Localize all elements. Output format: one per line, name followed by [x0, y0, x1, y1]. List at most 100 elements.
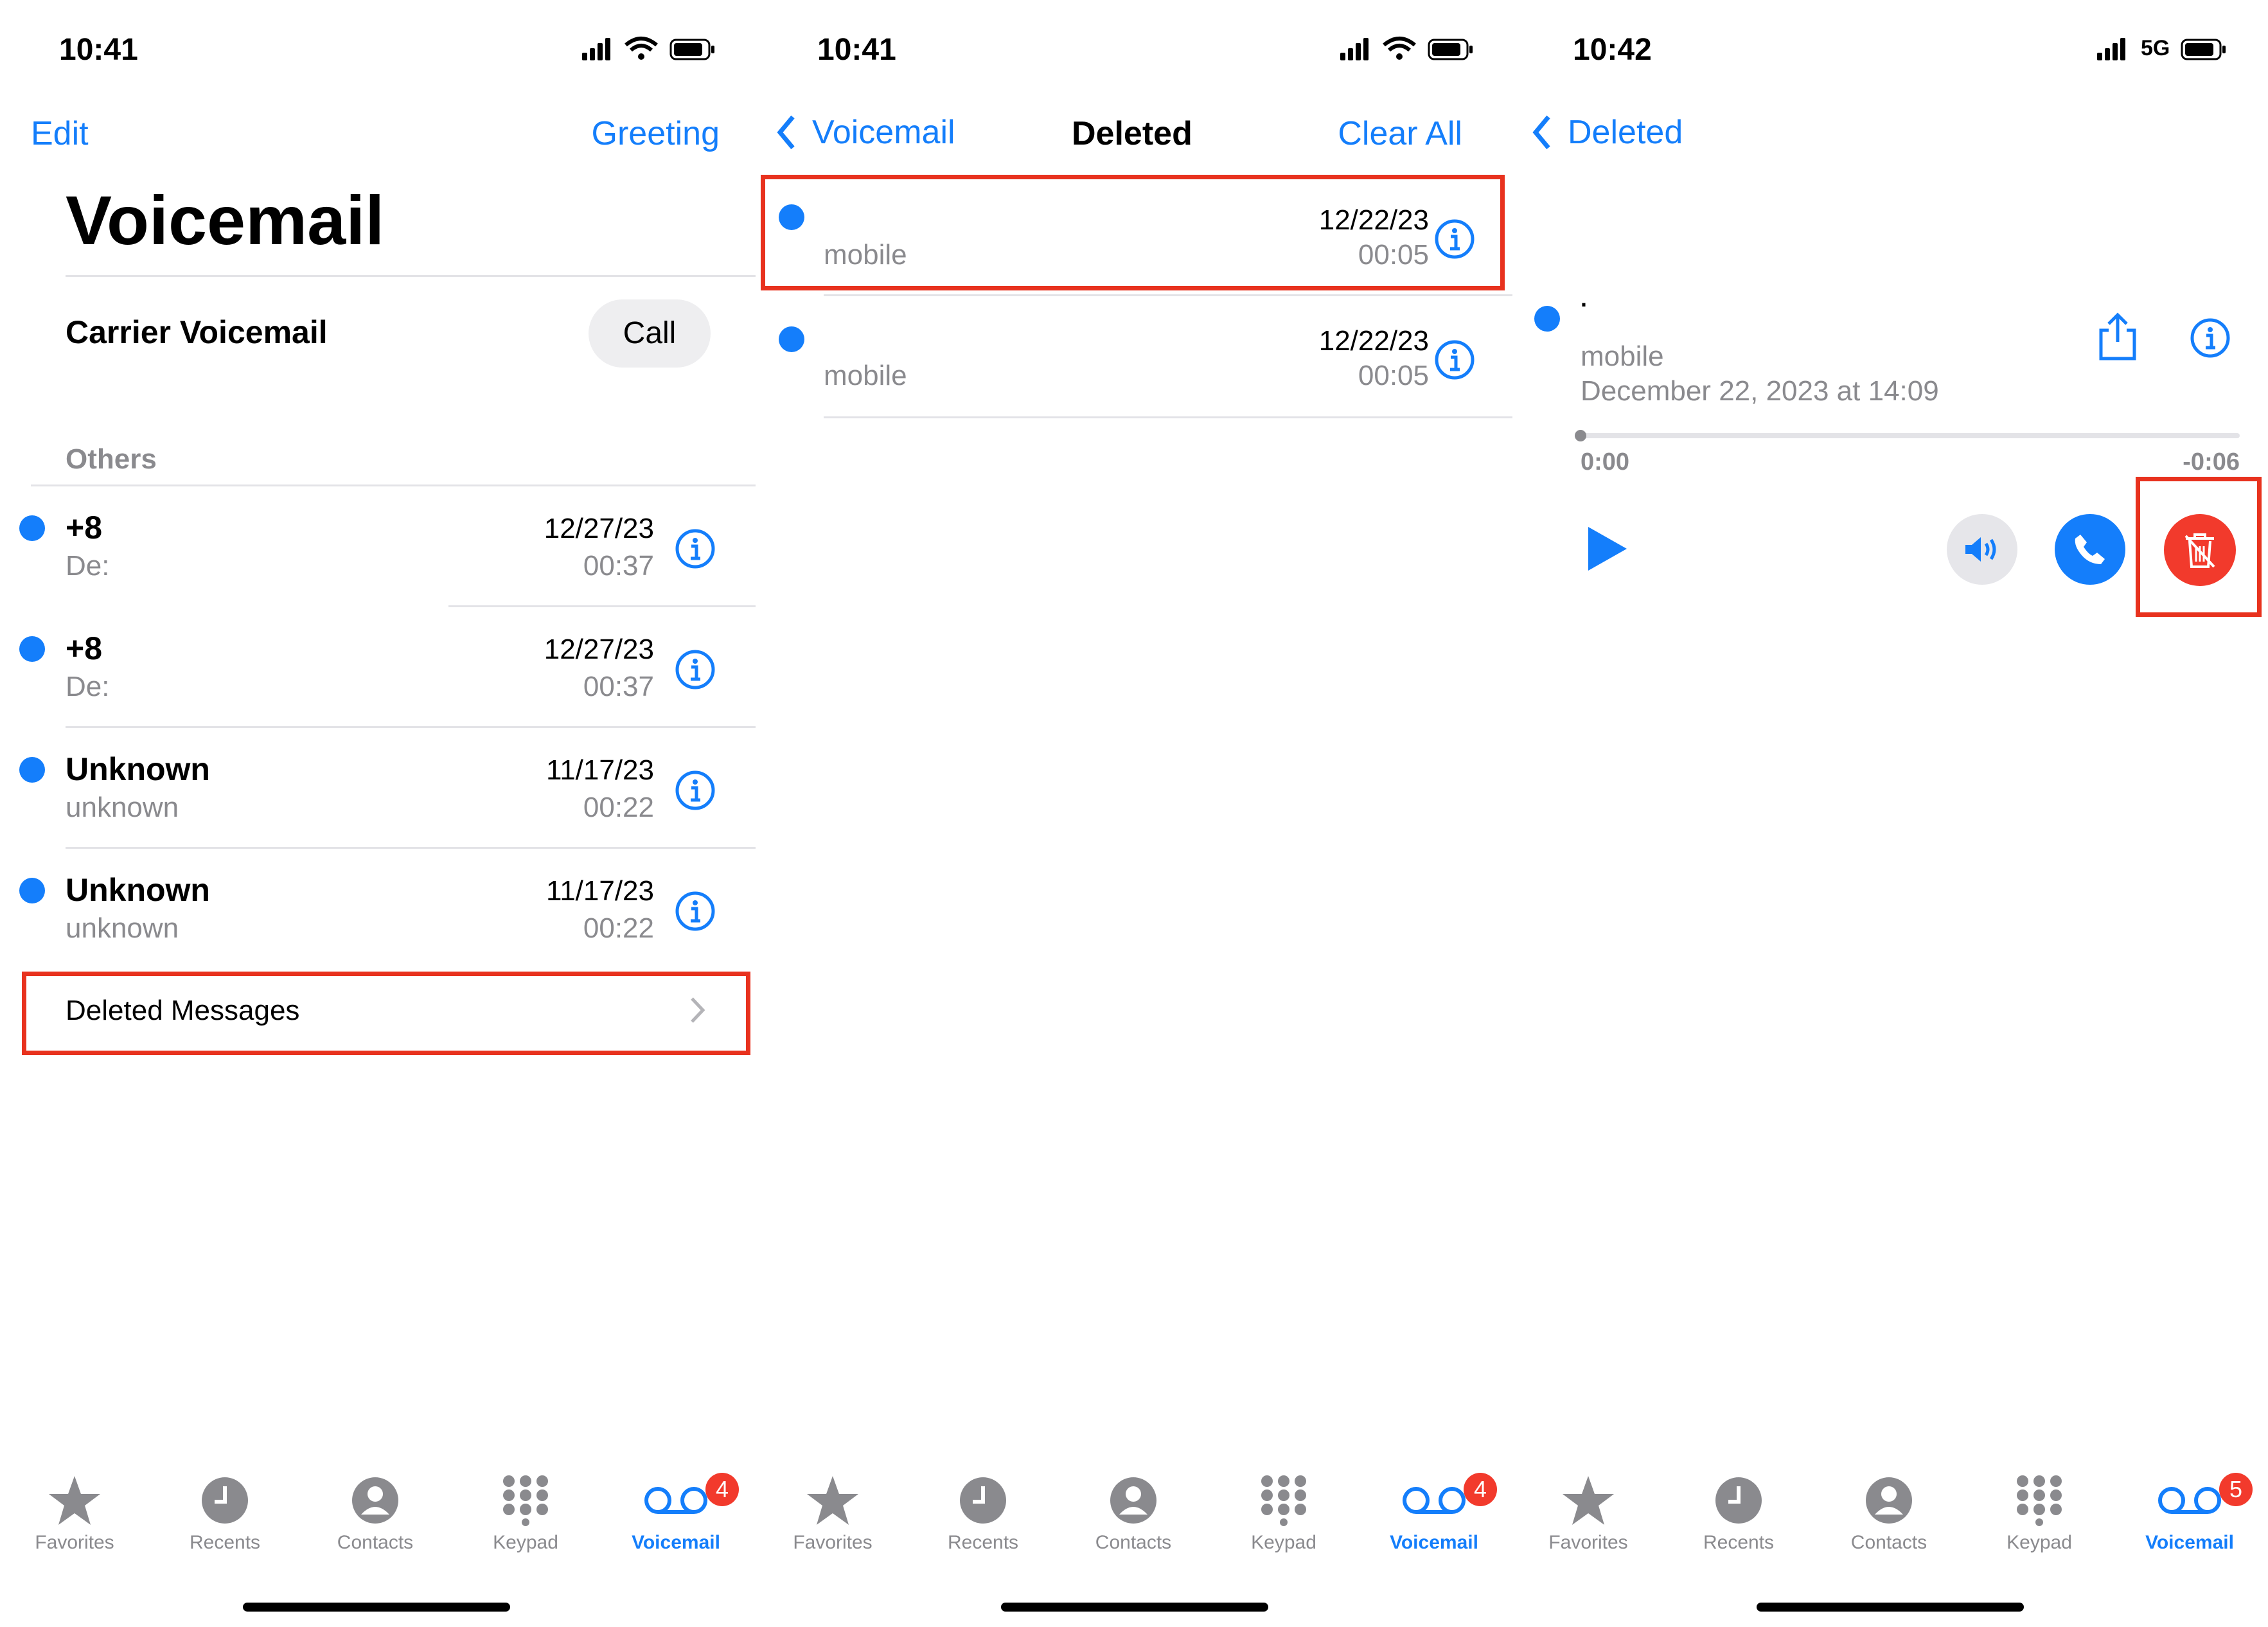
- highlight-box: [2136, 477, 2262, 617]
- call-button[interactable]: Call: [589, 299, 711, 368]
- tab-contacts[interactable]: Contacts: [311, 1471, 439, 1554]
- greeting-button[interactable]: Greeting: [592, 114, 720, 153]
- info-icon[interactable]: [675, 649, 716, 690]
- caller-name: .: [1581, 285, 1588, 312]
- unread-dot: [19, 757, 45, 783]
- tab-favorites[interactable]: Favorites: [10, 1471, 139, 1554]
- tab-recents[interactable]: Recents: [919, 1471, 1047, 1554]
- voicemail-icon: [1403, 1487, 1466, 1514]
- speaker-button[interactable]: [1947, 514, 2017, 585]
- highlight-box: [22, 972, 750, 1055]
- row-date: 12/22/23: [1318, 325, 1429, 357]
- status-icons: [1340, 37, 1473, 60]
- share-icon[interactable]: [2096, 311, 2140, 362]
- tab-favorites[interactable]: Favorites: [768, 1471, 897, 1554]
- keypad-icon: [2017, 1475, 2062, 1526]
- info-icon[interactable]: [675, 770, 716, 811]
- signal-icon: [582, 53, 587, 60]
- tab-label: Contacts: [1095, 1532, 1172, 1553]
- tab-recents[interactable]: Recents: [1674, 1471, 1803, 1554]
- section-header-others: Others: [66, 443, 157, 475]
- status-time: 10:41: [59, 33, 138, 67]
- call-back-button[interactable]: [2055, 514, 2125, 585]
- tab-label: Favorites: [793, 1532, 873, 1553]
- tab-label: Contacts: [1850, 1532, 1927, 1553]
- voicemail-detail-screen: 10:42 5G Deleted . mobile December 22, 2…: [1512, 0, 2268, 1627]
- back-label: Deleted: [1568, 114, 1683, 151]
- unread-dot: [1534, 306, 1560, 332]
- row-title: Unknown: [66, 872, 210, 908]
- playback-scrubber[interactable]: [1575, 430, 2240, 441]
- row-date: 11/17/23: [545, 754, 654, 786]
- back-button[interactable]: Deleted: [1530, 113, 1683, 152]
- highlight-box: [761, 175, 1505, 290]
- row-subtitle: unknown: [66, 912, 179, 944]
- row-title: +8: [66, 510, 103, 546]
- info-icon[interactable]: [675, 528, 716, 569]
- status-time: 10:41: [817, 33, 896, 67]
- row-title: Unknown: [66, 751, 210, 787]
- clock-icon: [960, 1477, 1006, 1524]
- tab-contacts[interactable]: Contacts: [1069, 1471, 1198, 1554]
- voicemail-badge: 4: [1464, 1473, 1497, 1506]
- person-icon: [1110, 1477, 1156, 1524]
- voicemail-badge: 5: [2219, 1473, 2253, 1506]
- voicemail-badge: 4: [705, 1473, 739, 1506]
- tab-favorites[interactable]: Favorites: [1524, 1471, 1652, 1554]
- tab-label: Voicemail: [1390, 1532, 1478, 1553]
- caller-label: mobile: [1581, 341, 1664, 372]
- tab-label: Favorites: [35, 1532, 114, 1553]
- tab-keypad[interactable]: Keypad: [461, 1471, 590, 1554]
- row-date: 12/27/23: [544, 634, 654, 665]
- status-icons: [582, 37, 714, 60]
- unread-dot: [19, 636, 45, 662]
- tab-recents[interactable]: Recents: [161, 1471, 289, 1554]
- signal-icon: [2097, 38, 2125, 60]
- elapsed-time: 0:00: [1581, 449, 1630, 476]
- back-button[interactable]: Voicemail: [775, 113, 955, 152]
- tab-keypad[interactable]: Keypad: [1219, 1471, 1348, 1554]
- row-duration: 00:22: [583, 792, 654, 823]
- row-date: 12/27/23: [544, 513, 654, 544]
- signal-icon: [1340, 53, 1345, 60]
- edit-button[interactable]: Edit: [31, 114, 89, 153]
- tab-label: Recents: [947, 1532, 1019, 1553]
- tab-label: Contacts: [337, 1532, 414, 1553]
- voicemail-datetime: December 22, 2023 at 14:09: [1581, 375, 1939, 407]
- tab-keypad[interactable]: Keypad: [1975, 1471, 2104, 1554]
- carrier-voicemail-label: Carrier Voicemail: [66, 314, 328, 350]
- tab-label: Keypad: [493, 1532, 558, 1553]
- keypad-icon: [503, 1475, 548, 1526]
- clock-icon: [1715, 1477, 1762, 1524]
- keypad-icon: [1261, 1475, 1306, 1526]
- tab-contacts[interactable]: Contacts: [1825, 1471, 1953, 1554]
- clear-all-button[interactable]: Clear All: [1338, 114, 1462, 153]
- speaker-icon: [1965, 537, 1996, 562]
- battery-icon: [2181, 39, 2226, 60]
- network-label: 5G: [2141, 36, 2170, 60]
- back-label: Voicemail: [812, 114, 955, 151]
- row-duration: 00:37: [583, 550, 654, 582]
- voicemail-screen: 10:41 Edit Greeting Voicemail Carrier Vo…: [0, 0, 756, 1627]
- info-icon[interactable]: [2190, 317, 2231, 359]
- star-icon: [1563, 1476, 1614, 1525]
- voicemail-icon: [2158, 1487, 2221, 1514]
- row-duration: 00:22: [583, 912, 654, 944]
- unread-dot: [19, 878, 45, 903]
- info-icon[interactable]: [1434, 339, 1475, 380]
- chevron-left-icon: [1532, 115, 1550, 150]
- row-duration: 00:05: [1358, 360, 1429, 391]
- nav-title: Deleted: [1072, 115, 1192, 152]
- tab-label: Favorites: [1548, 1532, 1628, 1553]
- clock-icon: [202, 1477, 248, 1524]
- unread-dot: [19, 515, 45, 541]
- star-icon: [807, 1476, 858, 1525]
- deleted-screen: 10:41 Voicemail Deleted Clear All mobile…: [757, 0, 1512, 1627]
- person-icon: [352, 1477, 398, 1524]
- scrubber-knob[interactable]: [1575, 430, 1586, 441]
- chevron-left-icon: [777, 115, 795, 150]
- row-subtitle: De:: [66, 550, 110, 582]
- tab-label: Recents: [189, 1532, 261, 1553]
- play-icon[interactable]: [1586, 524, 1629, 573]
- info-icon[interactable]: [675, 891, 716, 932]
